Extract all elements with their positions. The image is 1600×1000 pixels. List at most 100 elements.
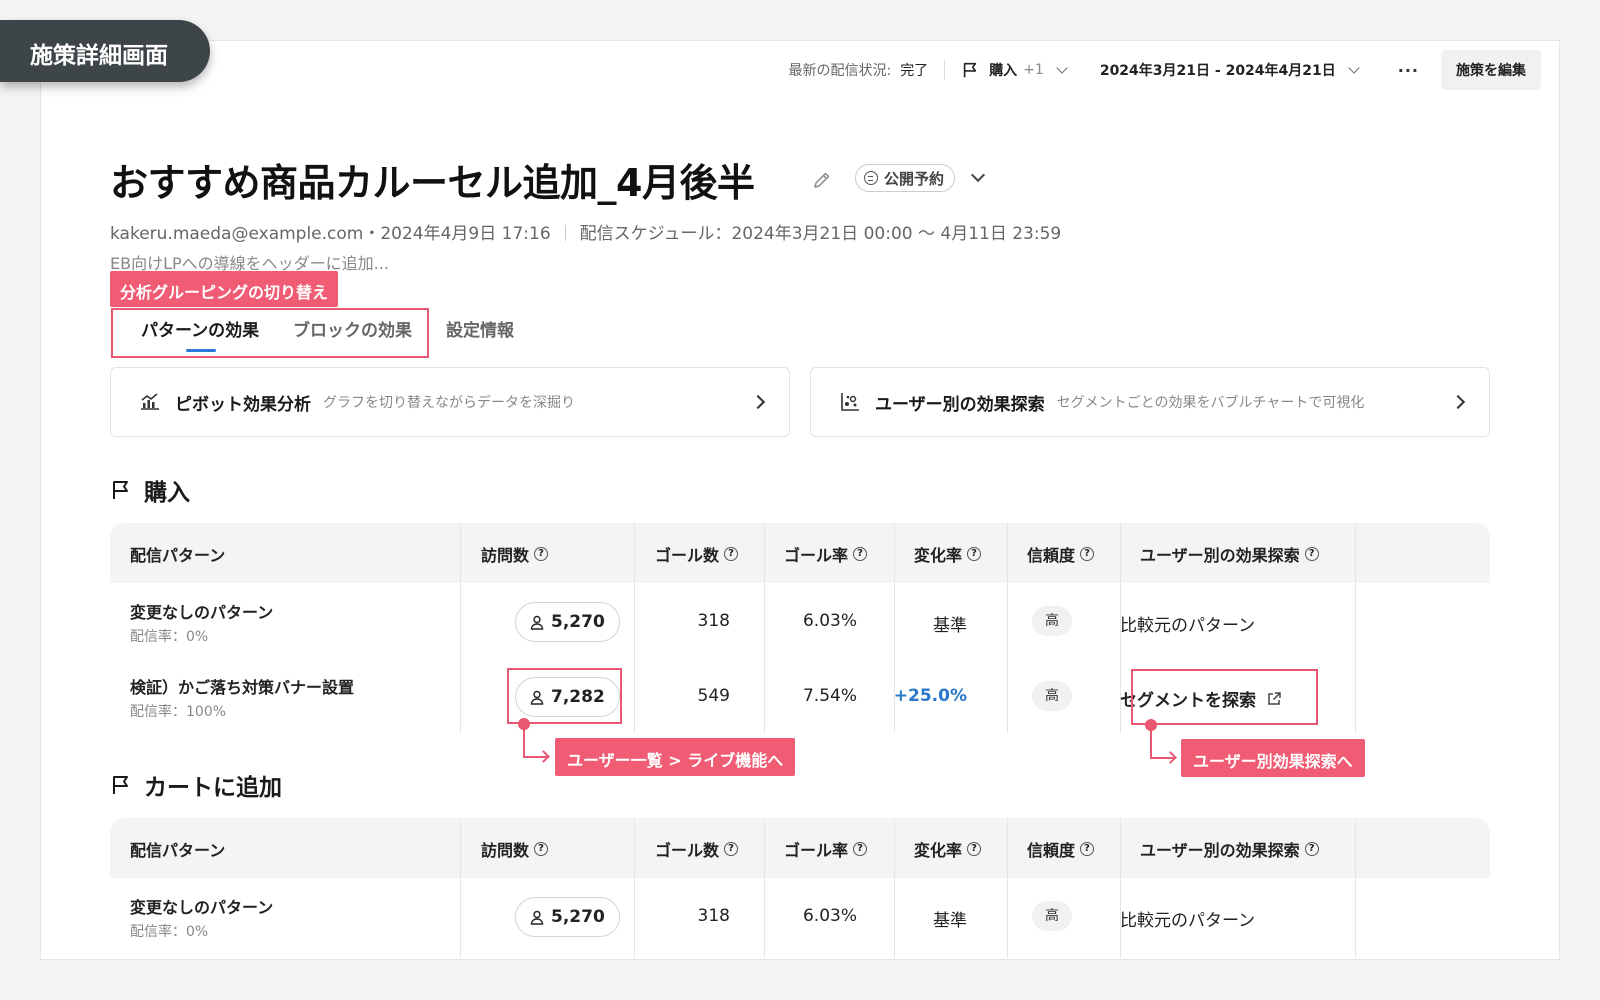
header-change-rate: 変化率?	[914, 542, 982, 566]
goal-section-title: 購入	[110, 473, 190, 507]
help-icon[interactable]: ?	[853, 842, 868, 856]
table-header: 配信パターン 訪問数? ゴール数? ゴール率? 変化率? 信頼度? ユーザー別の…	[110, 523, 1490, 583]
user-icon	[530, 615, 544, 630]
goal-count: 318	[697, 611, 730, 631]
pencil-icon[interactable]	[812, 170, 832, 190]
page-title: おすすめ商品カルーセル追加_4月後半	[110, 161, 755, 205]
user-effect-explore-card[interactable]: ユーザー別の効果探索 セグメントごとの効果をバブルチャートで可視化	[810, 367, 1490, 437]
divider	[944, 60, 946, 80]
goal-filter-dropdown[interactable]: 購入 +1	[961, 60, 1070, 80]
delivery-rate: 配信率：100%	[130, 704, 227, 720]
annotation-label-tabs: 分析グルーピングの切り替え	[110, 271, 339, 307]
change-rate: 基準	[933, 911, 967, 931]
tab-block-effect[interactable]: ブロックの効果	[293, 316, 412, 341]
chart-icon	[141, 393, 159, 410]
date-range-label: 2024年3月21日 - 2024年4月21日	[1099, 63, 1336, 79]
goal-rate: 6.03%	[802, 906, 857, 926]
card-subtitle: セグメントごとの効果をバブルチャートで可視化	[1056, 395, 1365, 411]
tab-settings[interactable]: 設定情報	[446, 316, 514, 341]
user-icon	[530, 910, 544, 925]
explore-reference: 比較元のパターン	[1120, 616, 1256, 636]
help-icon[interactable]: ?	[1304, 547, 1319, 561]
flag-icon	[113, 776, 128, 794]
confidence-badge: 高	[1032, 901, 1072, 931]
header-goal-rate: ゴール率?	[784, 837, 868, 861]
help-icon[interactable]: ?	[534, 842, 549, 856]
goal-filter-label: 購入	[989, 63, 1018, 79]
calendar-icon	[864, 171, 878, 185]
meta-line: kakeru.maeda@example.com・2024年4月9日 17:16…	[110, 219, 1061, 244]
card-subtitle: グラフを切り替えながらデータを深掘り	[323, 395, 575, 411]
tab-pattern-effect[interactable]: パターンの効果	[141, 316, 259, 341]
pattern-name: 変更なしのパターン	[130, 603, 274, 622]
delivery-rate: 配信率：0%	[130, 629, 209, 645]
pattern-name: 変更なしのパターン	[130, 898, 274, 917]
chevron-right-icon	[750, 394, 766, 410]
chevron-right-icon	[1450, 394, 1466, 410]
goal-filter-extra: +1	[1023, 62, 1044, 78]
author-date: kakeru.maeda@example.com・2024年4月9日 17:16	[110, 224, 551, 244]
explore-reference: 比較元のパターン	[1120, 911, 1256, 931]
goal-title: 購入	[144, 480, 190, 506]
annotation-label-explore: ユーザー別効果探索へ	[1181, 739, 1365, 777]
header-goals: ゴール数?	[655, 837, 739, 861]
annotation-highlight-box	[507, 668, 622, 724]
divider	[564, 225, 566, 241]
status-value: 完了	[900, 63, 929, 79]
flag-icon	[963, 62, 977, 78]
table-header: 配信パターン 訪問数? ゴール数? ゴール率? 変化率? 信頼度? ユーザー別の…	[110, 818, 1490, 878]
edit-campaign-button[interactable]: 施策を編集	[1441, 50, 1541, 90]
help-icon[interactable]: ?	[1304, 842, 1319, 856]
delivery-schedule: 配信スケジュール：2024年3月21日 00:00 〜 4月11日 23:59	[579, 224, 1062, 244]
confidence-badge: 高	[1032, 606, 1072, 636]
flag-icon	[113, 481, 128, 499]
help-icon[interactable]: ?	[967, 547, 982, 561]
goal-count: 318	[697, 906, 730, 926]
delivery-rate: 配信率：0%	[130, 924, 209, 940]
change-rate: 基準	[933, 616, 967, 636]
goal-rate: 6.03%	[802, 611, 857, 631]
table-row: 変更なしのパターン 配信率：0% 5,270 318 6.03% 基準 高 比較…	[110, 878, 1490, 953]
header-pattern: 配信パターン	[130, 546, 226, 565]
goal-count: 549	[697, 686, 730, 706]
help-icon[interactable]: ?	[724, 547, 739, 561]
date-range-picker[interactable]: 2024年3月21日 - 2024年4月21日	[1100, 60, 1362, 80]
header-pattern: 配信パターン	[130, 841, 226, 860]
help-icon[interactable]: ?	[967, 842, 982, 856]
bubble-chart-icon	[841, 393, 859, 411]
visits-button[interactable]: 5,270	[515, 897, 620, 937]
help-icon[interactable]: ?	[534, 547, 549, 561]
help-icon[interactable]: ?	[1080, 842, 1095, 856]
card-title: ユーザー別の効果探索	[875, 394, 1045, 415]
visits-button[interactable]: 5,270	[515, 602, 620, 642]
top-bar: 最新の配信状況: 完了 購入 +1 2024年3月21日 - 2024年4月21…	[788, 50, 1541, 90]
help-icon[interactable]: ?	[724, 842, 739, 856]
status-label: 最新の配信状況:	[788, 63, 892, 79]
goal-section-title: カートに追加	[110, 768, 282, 802]
active-tab-indicator	[186, 349, 216, 352]
change-rate: +25.0%	[893, 686, 967, 706]
header-visits: 訪問数?	[481, 542, 549, 566]
goal-title: カートに追加	[144, 775, 282, 801]
header-user-explore: ユーザー別の効果探索?	[1140, 837, 1319, 861]
more-options-icon[interactable]: ···	[1398, 61, 1419, 80]
help-icon[interactable]: ?	[853, 547, 868, 561]
header-goals: ゴール数?	[655, 542, 739, 566]
status-badge[interactable]: 公開予約	[855, 164, 956, 192]
header-confidence: 信頼度?	[1027, 837, 1095, 861]
header-change-rate: 変化率?	[914, 837, 982, 861]
chevron-down-icon	[1056, 62, 1068, 74]
header-visits: 訪問数?	[481, 837, 549, 861]
results-table: 配信パターン 訪問数? ゴール数? ゴール率? 変化率? 信頼度? ユーザー別の…	[110, 818, 1490, 958]
header-user-explore: ユーザー別の効果探索?	[1140, 542, 1319, 566]
header-confidence: 信頼度?	[1027, 542, 1095, 566]
pattern-name: 検証）かご落ち対策バナー設置	[130, 678, 355, 697]
card-title: ピボット効果分析	[175, 394, 311, 415]
header-goal-rate: ゴール率?	[784, 542, 868, 566]
annotation-highlight-box	[1131, 669, 1318, 725]
status-badge-label: 公開予約	[884, 169, 945, 188]
help-icon[interactable]: ?	[1080, 547, 1095, 561]
pivot-analysis-card[interactable]: ピボット効果分析 グラフを切り替えながらデータを深掘り	[110, 367, 790, 437]
chevron-down-icon	[1348, 62, 1360, 74]
page-tag: 施策詳細画面	[0, 20, 210, 82]
